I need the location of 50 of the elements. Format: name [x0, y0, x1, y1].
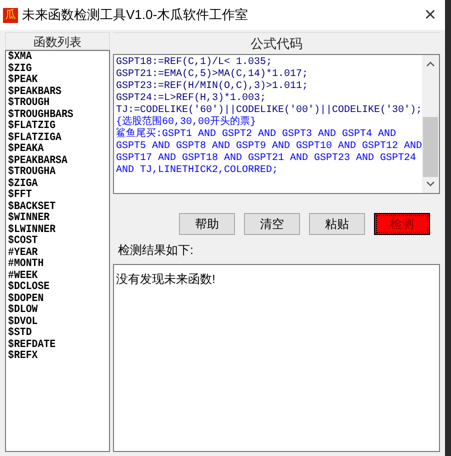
scrollbar[interactable] — [422, 55, 439, 193]
function-item[interactable]: $TROUGHA — [8, 167, 99, 178]
function-item[interactable]: #WEEK — [8, 270, 99, 282]
function-item[interactable]: $DVOL — [8, 316, 99, 328]
code-line: GSPT17 AND GSPT18 AND GSPT21 AND GSPT23 AND GSPT24 — [116, 153, 417, 165]
function-item[interactable]: #MONTH — [8, 259, 99, 270]
function-item[interactable]: $ZIGA — [8, 178, 99, 190]
function-item[interactable]: $XMA — [8, 52, 99, 64]
function-item[interactable]: $DOPEN — [8, 294, 99, 305]
window-title: 未来函数检测工具V1.0-木瓜软件工作室 — [22, 6, 248, 24]
function-item[interactable]: $REFDATE — [8, 340, 99, 351]
function-item[interactable]: $FLATZIG — [8, 121, 99, 132]
function-item[interactable]: $STD — [8, 328, 99, 340]
function-item[interactable]: $REFX — [8, 351, 99, 362]
function-item[interactable]: $TROUGHBARS — [8, 110, 99, 121]
formula-editor[interactable] — [112, 54, 440, 194]
scroll-down-icon[interactable] — [426, 181, 435, 187]
action-button[interactable]: 粘贴 — [309, 213, 365, 235]
scroll-thumb[interactable] — [423, 117, 438, 177]
function-item[interactable]: $WINNER — [8, 213, 99, 224]
result-label: 检测结果如下: — [116, 242, 194, 259]
scroll-up-icon[interactable] — [426, 61, 435, 67]
action-button[interactable]: 清空 — [244, 213, 300, 235]
function-item[interactable]: $FLATZIGA — [8, 132, 99, 144]
result-text: 没有发现未来函数! — [116, 272, 216, 286]
function-item[interactable]: $COST — [8, 236, 99, 248]
function-item[interactable]: #YEAR — [8, 248, 99, 259]
function-item[interactable]: $PEAKA — [8, 144, 99, 156]
function-item[interactable]: $PEAK — [8, 75, 99, 86]
function-item[interactable]: $BACKSET — [8, 202, 99, 213]
code-line: GSPT21:=EMA(C,5)>MA(C,14)*1.017; — [116, 69, 309, 80]
function-item[interactable]: $ZIG — [8, 64, 99, 75]
code-line: GSPT24:=L>REF(H,3)*1.003; — [116, 93, 267, 104]
function-item[interactable]: $DLOW — [8, 305, 99, 316]
code-line: GSPT18:=REF(C,1)/L< 1.035; — [116, 57, 273, 68]
close-button[interactable]: × — [420, 5, 440, 25]
function-item[interactable]: $DCLOSE — [8, 282, 99, 294]
function-item[interactable]: $LWINNER — [8, 224, 99, 236]
code-line: GSPT23:=REF(H/MIN(O,C),3)>1.011; — [116, 81, 309, 92]
code-line: TJ:=CODELIKE('60')||CODELIKE('00')||CODELIKE('30'); — [116, 105, 422, 116]
code-line: AND TJ,LINETHICK2,COLORRED; — [116, 165, 279, 177]
app-icon: 瓜 — [3, 8, 18, 22]
function-item[interactable]: $TROUGH — [8, 98, 99, 110]
list-header: 函数列表 — [5, 32, 110, 50]
code-line: GSPT5 AND GSPT8 AND GSPT9 AND GSPT10 AND GSPT12 AND — [116, 141, 422, 153]
function-item[interactable]: $PEAKBARS — [8, 86, 99, 98]
function-item[interactable]: $PEAKBARSA — [8, 156, 99, 167]
action-button[interactable]: 帮助 — [179, 213, 235, 235]
function-item[interactable]: $FFT — [8, 190, 99, 202]
code-line: {选股范围60,30,00开头的票} — [116, 117, 257, 128]
